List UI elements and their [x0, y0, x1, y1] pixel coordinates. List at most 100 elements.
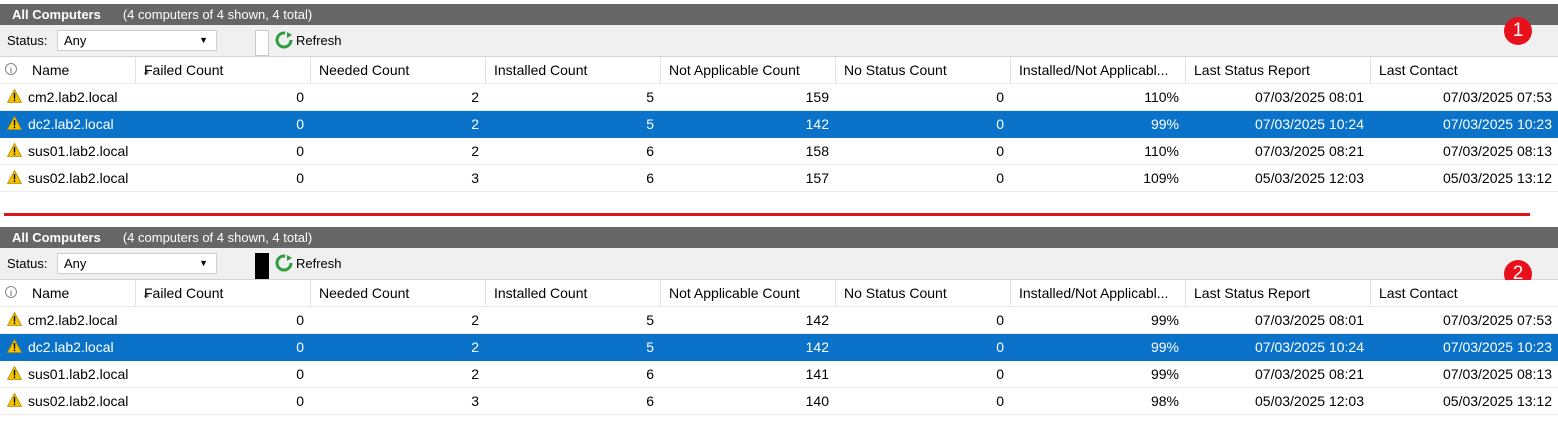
column-header-last-contact[interactable]: Last Contact [1370, 280, 1558, 306]
computers-grid: i Name ▲ Failed Count Needed Count Installed … [0, 57, 1558, 192]
warning-icon [7, 170, 22, 184]
panel-header: All Computers (4 computers of 4 shown, 4… [0, 4, 1558, 25]
column-header-not-applicable-count[interactable]: Not Applicable Count [660, 280, 835, 306]
column-header-failed-count[interactable]: Failed Count [135, 280, 310, 306]
cell-no-status-count: 0 [996, 393, 1004, 409]
cell-last-status-report: 07/03/2025 08:21 [1255, 366, 1364, 382]
cell-installed-count: 6 [646, 366, 654, 382]
cell-needed-count: 2 [471, 143, 479, 159]
cell-no-status-count: 0 [996, 312, 1004, 328]
cell-installed-pct: 110% [1144, 89, 1179, 105]
column-header-no-status-count[interactable]: No Status Count [835, 280, 1010, 306]
table-row[interactable]: sus01.lab2.local 0 2 6 158 0 110% 07/03/2025 08… [0, 138, 1558, 165]
warning-icon [7, 312, 22, 326]
cell-not-applicable-count: 142 [805, 312, 829, 328]
cell-failed-count: 0 [296, 312, 304, 328]
cell-installed-count: 6 [646, 170, 654, 186]
filter-toolbar: Status: Any ▼ Refresh [0, 25, 1558, 57]
cell-last-contact: 07/03/2025 10:23 [1443, 339, 1552, 355]
refresh-icon [275, 254, 293, 272]
refresh-label: Refresh [296, 32, 342, 48]
column-header-failed-count[interactable]: Failed Count [135, 57, 310, 83]
cell-no-status-count: 0 [996, 143, 1004, 159]
cell-last-contact: 07/03/2025 10:23 [1443, 116, 1552, 132]
panel-title: All Computers [12, 7, 101, 22]
table-row[interactable]: cm2.lab2.local 0 2 5 142 0 99% 07/03/2025 08:01… [0, 307, 1558, 334]
refresh-icon [275, 31, 293, 49]
computers-panel-2: All Computers (4 computers of 4 shown, 4… [0, 227, 1558, 415]
cell-not-applicable-count: 142 [805, 116, 829, 132]
table-row[interactable]: cm2.lab2.local 0 2 5 159 0 110% 07/03/2025 08:0… [0, 84, 1558, 111]
cell-needed-count: 3 [471, 393, 479, 409]
cell-failed-count: 0 [296, 116, 304, 132]
chevron-down-icon: ▼ [199, 35, 208, 45]
cell-not-applicable-count: 159 [805, 89, 829, 105]
cell-no-status-count: 0 [996, 116, 1004, 132]
cell-installed-count: 5 [646, 116, 654, 132]
column-header-last-status-report[interactable]: Last Status Report [1185, 280, 1370, 306]
column-header-needed-count[interactable]: Needed Count [310, 280, 485, 306]
refresh-button[interactable]: Refresh [275, 254, 342, 272]
column-header-last-status-report[interactable]: Last Status Report [1185, 57, 1370, 83]
chevron-down-icon: ▼ [199, 258, 208, 268]
filter-box[interactable] [255, 30, 269, 56]
computers-grid: i Name ▲ Failed Count Needed Count Installed … [0, 280, 1558, 415]
column-header-needed-count[interactable]: Needed Count [310, 57, 485, 83]
refresh-button[interactable]: Refresh [275, 31, 342, 49]
status-label: Status: [7, 256, 48, 271]
cell-installed-pct: 110% [1144, 143, 1179, 159]
column-header-installed-count[interactable]: Installed Count [485, 280, 660, 306]
warning-icon [7, 339, 22, 353]
column-header-not-applicable-count[interactable]: Not Applicable Count [660, 57, 835, 83]
table-row[interactable]: sus02.lab2.local 0 3 6 140 0 98% 05/03/2025 12:… [0, 388, 1558, 415]
filter-box[interactable] [255, 253, 269, 279]
cell-no-status-count: 0 [996, 366, 1004, 382]
cell-needed-count: 2 [471, 89, 479, 105]
column-header-installed-count[interactable]: Installed Count [485, 57, 660, 83]
panel-count-summary: (4 computers of 4 shown, 4 total) [122, 7, 313, 22]
status-dropdown[interactable]: Any ▼ [57, 253, 217, 274]
column-header-name[interactable]: Name ▲ [24, 57, 151, 83]
cell-installed-count: 5 [646, 312, 654, 328]
info-icon: i [5, 63, 17, 75]
status-dropdown-value: Any [64, 33, 87, 48]
cell-last-contact: 07/03/2025 07:53 [1443, 89, 1552, 105]
column-header-name[interactable]: Name ▲ [24, 280, 151, 306]
cell-last-contact: 07/03/2025 08:13 [1443, 366, 1552, 382]
warning-icon [7, 116, 22, 130]
warning-icon [7, 393, 22, 407]
cell-last-status-report: 07/03/2025 08:21 [1255, 143, 1364, 159]
column-header-row: i Name ▲ Failed Count Needed Count Installed … [0, 280, 1558, 307]
refresh-label: Refresh [296, 255, 342, 271]
column-header-no-status-count[interactable]: No Status Count [835, 57, 1010, 83]
cell-failed-count: 0 [296, 366, 304, 382]
column-header-last-contact[interactable]: Last Contact [1370, 57, 1558, 83]
info-icon: i [5, 286, 17, 298]
cell-last-contact: 07/03/2025 08:13 [1443, 143, 1552, 159]
cell-last-status-report: 05/03/2025 12:03 [1255, 393, 1364, 409]
cell-no-status-count: 0 [996, 339, 1004, 355]
cell-last-contact: 05/03/2025 13:12 [1443, 170, 1552, 186]
cell-not-applicable-count: 140 [805, 393, 829, 409]
table-row[interactable]: sus02.lab2.local 0 3 6 157 0 109% 05/03/2025 12… [0, 165, 1558, 192]
table-row[interactable]: sus01.lab2.local 0 2 6 141 0 99% 07/03/2025 08:… [0, 361, 1558, 388]
cell-not-applicable-count: 158 [805, 143, 829, 159]
cell-installed-count: 5 [646, 339, 654, 355]
cell-no-status-count: 0 [996, 170, 1004, 186]
table-row[interactable]: dc2.lab2.local 0 2 5 142 0 99% 07/03/2025 10:24… [0, 111, 1558, 138]
cell-installed-pct: 98% [1150, 393, 1179, 409]
column-header-installed-pct[interactable]: Installed/Not Applicabl... [1010, 57, 1185, 83]
cell-not-applicable-count: 141 [805, 366, 829, 382]
panel-count-summary: (4 computers of 4 shown, 4 total) [122, 230, 313, 245]
section-divider [4, 213, 1530, 216]
column-header-installed-pct[interactable]: Installed/Not Applicabl... [1010, 280, 1185, 306]
status-dropdown[interactable]: Any ▼ [57, 30, 217, 51]
warning-icon [7, 143, 22, 157]
cell-needed-count: 2 [471, 366, 479, 382]
computers-panel-1: All Computers (4 computers of 4 shown, 4… [0, 4, 1558, 192]
cell-no-status-count: 0 [996, 89, 1004, 105]
warning-icon [7, 366, 22, 380]
table-row[interactable]: dc2.lab2.local 0 2 5 142 0 99% 07/03/2025 10:24… [0, 334, 1558, 361]
cell-failed-count: 0 [296, 339, 304, 355]
cell-failed-count: 0 [296, 170, 304, 186]
